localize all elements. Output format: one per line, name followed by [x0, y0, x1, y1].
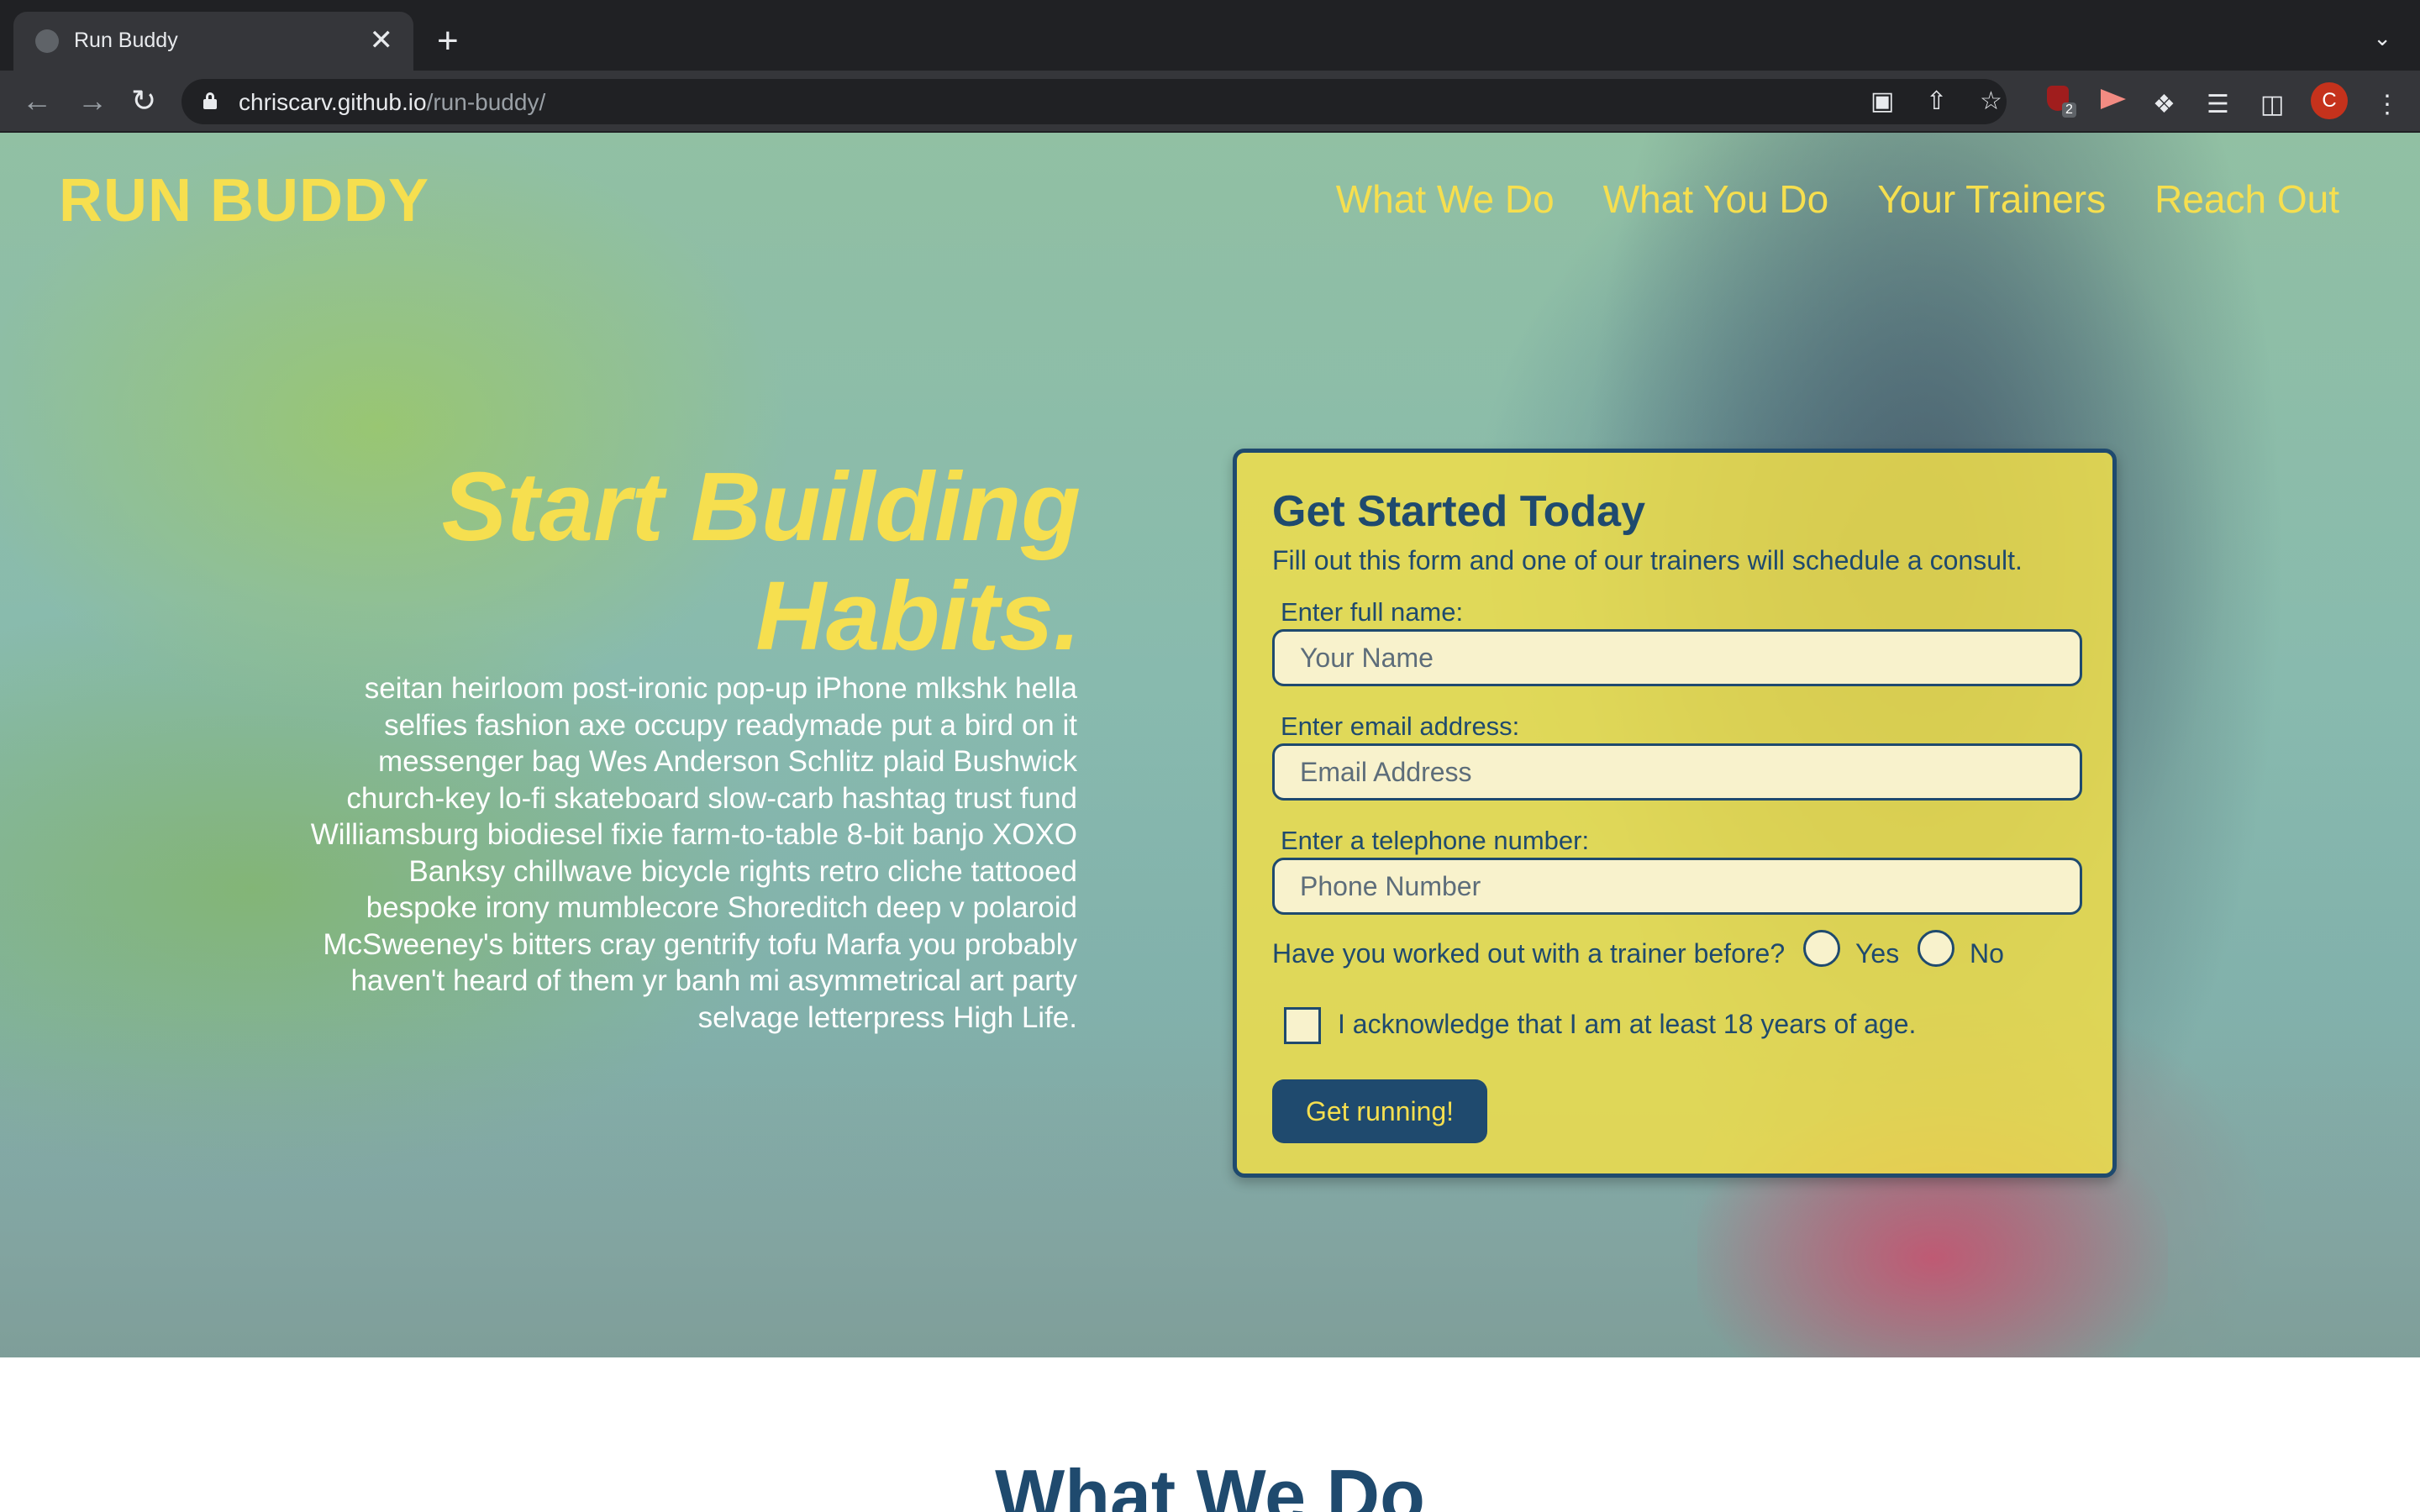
nav-your-trainers[interactable]: Your Trainers: [1877, 176, 2106, 222]
name-input[interactable]: [1272, 629, 2082, 686]
extensions-puzzle-icon[interactable]: ❖: [2153, 91, 2175, 119]
bookmark-star-icon[interactable]: ☆: [1980, 87, 2002, 116]
hero-headline: Start Building Habits.: [441, 452, 1081, 670]
nav-what-you-do[interactable]: What You Do: [1603, 176, 1829, 222]
phone-label: Enter a telephone number:: [1281, 826, 1590, 855]
profile-avatar[interactable]: C: [2311, 82, 2348, 119]
lock-icon: [203, 92, 217, 109]
hero-body-text: seitan heirloom post-ironic pop-up iPhon…: [310, 672, 1077, 1034]
email-input[interactable]: [1272, 743, 2082, 801]
email-label: Enter email address:: [1281, 711, 1520, 741]
extension-arrow-icon[interactable]: [2101, 89, 2126, 109]
name-label: Enter full name:: [1281, 597, 1464, 627]
tab-search-chevron-icon[interactable]: ⌄: [2373, 25, 2391, 51]
nav-what-we-do[interactable]: What We Do: [1336, 176, 1555, 222]
trainer-yes-label: Yes: [1855, 938, 1900, 969]
back-arrow-icon[interactable]: ←: [22, 82, 52, 119]
share-icon[interactable]: ⇧: [1926, 87, 1947, 116]
reload-icon[interactable]: ↻: [131, 82, 156, 119]
address-bar[interactable]: chriscarv.github.io/run-buddy/ ▣ ⇧ ☆: [182, 79, 2007, 124]
main-nav: What We Do What You Do Your Trainers Rea…: [1336, 176, 2339, 222]
get-running-button[interactable]: Get running!: [1272, 1079, 1487, 1143]
trainer-no-label: No: [1970, 938, 2004, 969]
tab-title: Run Buddy: [74, 29, 178, 52]
form-subtitle: Fill out this form and one of our traine…: [1272, 545, 2023, 575]
globe-icon: [35, 29, 59, 53]
form-title: Get Started Today: [1272, 487, 1646, 536]
phone-input[interactable]: [1272, 858, 2082, 915]
browser-menu-icon[interactable]: ⋮: [2375, 91, 2400, 119]
url-text: chriscarv.github.io/run-buddy/: [239, 89, 546, 115]
trainer-no-radio[interactable]: [1918, 930, 1954, 967]
signup-form: Get Started Today Fill out this form and…: [1233, 449, 2117, 1178]
new-tab-icon[interactable]: +: [437, 20, 459, 62]
forward-arrow-icon[interactable]: →: [77, 82, 108, 119]
side-panel-icon[interactable]: ◫: [2260, 91, 2284, 119]
close-tab-icon[interactable]: ✕: [370, 24, 394, 57]
translate-icon[interactable]: ▣: [1870, 87, 1894, 116]
extension-badge: 2: [2062, 102, 2076, 118]
site-logo[interactable]: RUN BUDDY: [59, 166, 429, 235]
browser-tab-bar: Run Buddy ✕ + ⌄: [0, 0, 2420, 71]
browser-tab[interactable]: Run Buddy ✕: [13, 12, 413, 71]
what-we-do-heading: What We Do: [995, 1454, 1425, 1512]
trainer-question: Have you worked out with a trainer befor…: [1272, 938, 1786, 969]
hero-section: RUN BUDDY What We Do What You Do Your Tr…: [0, 133, 2420, 1357]
age-checkbox[interactable]: [1284, 1007, 1321, 1044]
trainer-yes-radio[interactable]: [1803, 930, 1840, 967]
nav-reach-out[interactable]: Reach Out: [2154, 176, 2339, 222]
age-acknowledge-label: I acknowledge that I am at least 18 year…: [1338, 1009, 1917, 1039]
reading-list-icon[interactable]: ☰: [2207, 91, 2229, 119]
